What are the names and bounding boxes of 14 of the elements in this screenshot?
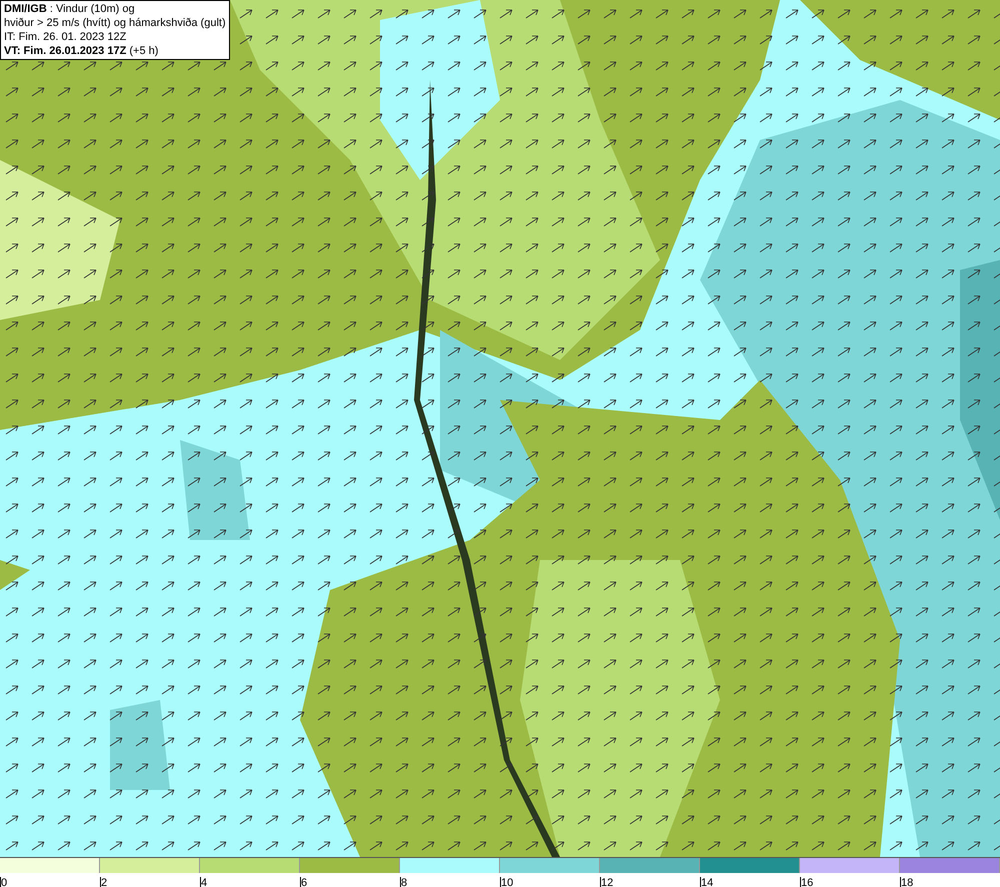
legend-label: 0 [0, 877, 8, 887]
legend-label: 8 [400, 877, 408, 887]
legend-label: 4 [200, 877, 208, 887]
info-text: VT: Fim. 26.01.2023 17Z (+5 h) [4, 44, 160, 58]
legend-label: 12 [600, 877, 614, 887]
legend-label: 6 [300, 877, 308, 887]
legend-label: 16 [800, 877, 814, 887]
info-text: hviður > 25 m/s (hvítt) og hámarkshviða (gult) [4, 16, 226, 30]
info-text: DMI/IGB : Vindur (10m) og [4, 2, 136, 16]
legend-label: 18 [900, 877, 914, 887]
legend-label: 2 [100, 877, 108, 887]
legend-label: 10 [500, 877, 514, 887]
legend-label: 14 [700, 877, 714, 887]
info-text: IT: Fim. 26. 01. 2023 12Z [4, 30, 128, 44]
